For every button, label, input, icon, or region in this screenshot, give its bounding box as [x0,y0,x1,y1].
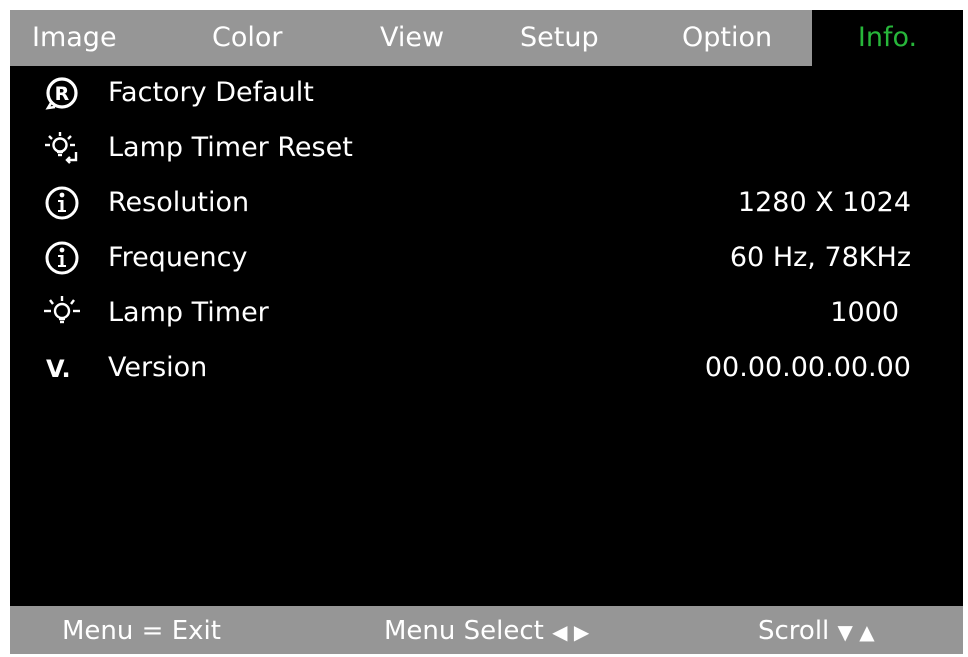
tab-image[interactable]: Image [32,10,117,66]
left-right-arrows-icon: ◀ ▶ [552,620,590,644]
menu-item-label: Lamp Timer [108,297,269,328]
menu-tab-bar: Image Color View Setup Option Info. [10,10,963,66]
menu-item-frequency: Frequency 60 Hz, 78KHz [10,233,963,283]
scroll-hint-label: Scroll [758,616,830,646]
select-hint-label: Menu Select [384,616,544,646]
select-hint: Menu Select ◀ ▶ [384,606,589,654]
lamp-reset-icon [45,132,78,164]
tab-info[interactable]: Info. [812,10,963,66]
menu-item-label: Resolution [108,187,250,218]
menu-item-label: Frequency [108,242,248,273]
lamp-timer-value: 1000 [830,297,899,328]
version-value: 00.00.00.00.00 [704,352,911,383]
svg-text:V.: V. [46,355,71,383]
menu-item-lamp-timer: Lamp Timer 1000 [10,288,963,338]
menu-item-label: Version [108,352,208,383]
menu-item-resolution: Resolution 1280 X 1024 [10,178,963,228]
menu-item-version: V. Version 00.00.00.00.00 [10,343,963,393]
help-bar: Menu = Exit Menu Select ◀ ▶ Scroll ▼ ▲ [10,606,963,654]
scroll-hint: Scroll ▼ ▲ [758,606,875,654]
info-icon [45,241,79,275]
osd-menu: Image Color View Setup Option Info. R Fa… [10,10,963,654]
version-icon: V. [46,355,71,383]
menu-item-label: Factory Default [108,77,314,108]
resolution-value: 1280 X 1024 [737,187,911,218]
menu-item-label: Lamp Timer Reset [108,132,353,163]
tab-color[interactable]: Color [212,10,283,66]
factory-reset-icon: R [45,77,78,110]
down-up-arrows-icon: ▼ ▲ [837,620,875,644]
menu-item-lamp-timer-reset[interactable]: Lamp Timer Reset [10,123,963,173]
exit-hint: Menu = Exit [62,616,221,646]
frequency-value: 60 Hz, 78KHz [729,242,911,273]
tab-view[interactable]: View [380,10,444,66]
tab-option[interactable]: Option [682,10,772,66]
menu-item-factory-default[interactable]: R Factory Default [10,68,963,118]
svg-text:R: R [55,83,70,105]
info-icon [45,186,79,220]
lamp-icon [44,296,80,324]
tab-setup[interactable]: Setup [520,10,599,66]
